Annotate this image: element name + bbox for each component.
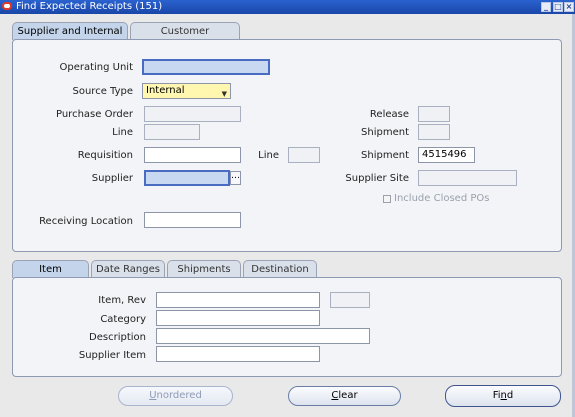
category-label: Category <box>100 314 146 325</box>
operating-unit-field[interactable] <box>142 59 270 75</box>
operating-unit-label: Operating Unit <box>59 62 133 73</box>
window-title: Find Expected Receipts (151) <box>16 1 163 12</box>
find-label-prefix: Fi <box>492 390 501 401</box>
release-field[interactable] <box>418 106 450 122</box>
supplier-label: Supplier <box>91 173 133 184</box>
close-icon[interactable]: × <box>564 2 574 12</box>
purchase-order-field[interactable] <box>144 106 241 122</box>
po-line-field[interactable] <box>144 124 200 140</box>
po-shipment-label: Shipment <box>361 127 409 138</box>
tab-date-ranges[interactable]: Date Ranges <box>91 260 165 278</box>
req-line-field[interactable] <box>288 147 320 163</box>
supplier-item-label: Supplier Item <box>78 350 146 361</box>
source-type-select[interactable]: Internal ▼ <box>142 83 231 99</box>
bottom-tab-bar: Item Date Ranges Shipments Destination <box>12 260 319 278</box>
supplier-field[interactable] <box>144 170 230 186</box>
req-shipment-label: Shipment <box>361 150 409 161</box>
clear-button[interactable]: Clear <box>288 386 401 406</box>
supplier-item-field[interactable] <box>156 346 320 362</box>
supplier-lov-button[interactable]: … <box>230 171 241 185</box>
chevron-down-icon[interactable]: ▼ <box>222 87 227 98</box>
unordered-label-rest: nordered <box>156 390 202 401</box>
requisition-field[interactable] <box>144 147 241 163</box>
unordered-mnemonic: U <box>149 390 157 401</box>
requisition-label: Requisition <box>77 150 133 161</box>
source-type-value: Internal <box>146 85 185 96</box>
po-line-label: Line <box>112 127 133 138</box>
description-label: Description <box>89 332 146 343</box>
po-shipment-field[interactable] <box>418 124 450 140</box>
supplier-site-field[interactable] <box>418 170 517 186</box>
item-field[interactable] <box>156 292 320 308</box>
revision-field[interactable] <box>330 292 370 308</box>
find-label-rest: d <box>506 390 514 401</box>
include-closed-label: Include Closed POs <box>394 193 490 204</box>
tab-item[interactable]: Item <box>12 260 89 278</box>
tab-supplier-and-internal[interactable]: Supplier and Internal <box>12 22 128 40</box>
purchase-order-label: Purchase Order <box>55 109 133 120</box>
tab-shipments[interactable]: Shipments <box>167 260 241 278</box>
title-bar: Find Expected Receipts (151) _ □ × <box>0 0 575 14</box>
category-field[interactable] <box>156 310 320 326</box>
find-button[interactable]: Find <box>445 385 561 407</box>
description-field[interactable] <box>156 328 370 344</box>
top-tab-bar: Supplier and Internal Customer <box>12 22 242 40</box>
maximize-icon[interactable]: □ <box>553 2 563 12</box>
minimize-icon[interactable]: _ <box>541 2 551 12</box>
req-shipment-field[interactable]: 4515496 <box>418 147 475 163</box>
clear-label-rest: lear <box>338 390 358 401</box>
tab-destination[interactable]: Destination <box>243 260 317 278</box>
tab-customer[interactable]: Customer <box>130 22 240 40</box>
unordered-button[interactable]: Unordered <box>118 386 233 406</box>
req-line-label: Line <box>258 150 279 161</box>
release-label: Release <box>369 109 409 120</box>
source-type-label: Source Type <box>72 86 134 97</box>
receiving-location-field[interactable] <box>144 212 241 228</box>
item-rev-label: Item, Rev <box>98 295 146 306</box>
include-closed-checkbox[interactable] <box>383 195 391 203</box>
oracle-logo-icon <box>2 2 12 10</box>
supplier-site-label: Supplier Site <box>345 173 409 184</box>
receiving-location-label: Receiving Location <box>39 216 133 227</box>
